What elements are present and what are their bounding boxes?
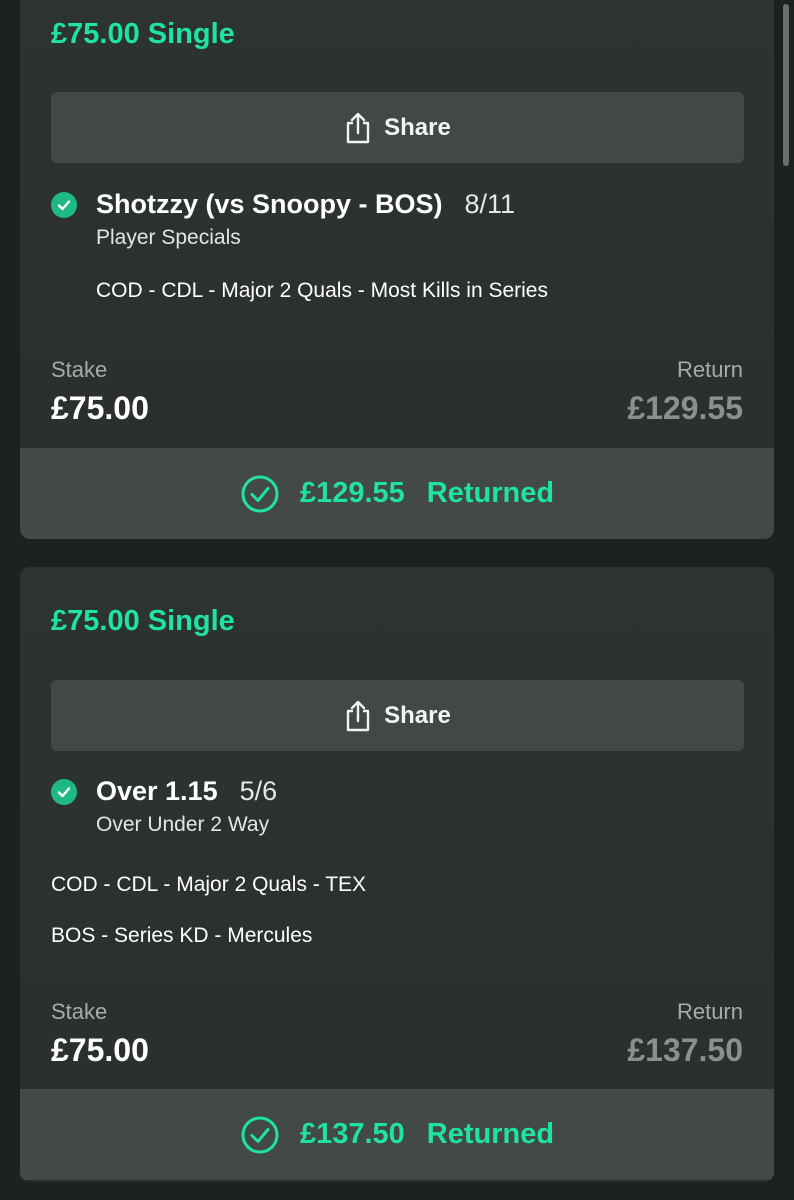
selection: Over 1.15 5/6 — [96, 776, 277, 807]
returned-label: Returned — [426, 477, 555, 509]
bet-title: £75.00 Single — [51, 18, 235, 50]
return-value: £129.55 — [627, 390, 743, 426]
selection-name: Shotzzy (vs Snoopy - BOS) — [96, 189, 443, 219]
returned-label: Returned — [426, 1118, 555, 1150]
selection-odds: 5/6 — [239, 776, 278, 806]
selection: Shotzzy (vs Snoopy - BOS) 8/11 — [96, 189, 515, 220]
event-name: BOS - Series KD - Mercules — [51, 924, 313, 947]
return-label: Return — [676, 357, 743, 382]
returned-banner: £137.50 Returned — [20, 1089, 774, 1180]
event-name: COD - CDL - Major 2 Quals - TEX — [51, 873, 367, 896]
stake-value: £75.00 — [51, 390, 149, 426]
selection-odds: 8/11 — [464, 189, 516, 219]
share-icon — [346, 112, 370, 143]
bet-card: £75.00 Single Share Shotzzy (vs Snoopy -… — [20, 0, 774, 539]
share-label: Share — [384, 701, 451, 729]
market-name: Over Under 2 Way — [96, 813, 270, 836]
bet-card: £75.00 Single Share Over 1.15 5/6 Over U… — [20, 567, 774, 1182]
market-name: Player Specials — [96, 226, 241, 249]
bet-title: £75.00 Single — [51, 605, 235, 637]
share-icon — [346, 700, 370, 731]
share-label: Share — [384, 113, 451, 141]
share-button[interactable]: Share — [51, 680, 744, 751]
stake-value: £75.00 — [51, 1032, 149, 1068]
event-name: COD - CDL - Major 2 Quals - Most Kills i… — [96, 279, 548, 302]
stake-label: Stake — [51, 999, 108, 1024]
returned-amount: £129.55 — [299, 477, 405, 509]
stake-label: Stake — [51, 357, 108, 382]
check-circle-outline-icon — [241, 1116, 279, 1153]
share-button[interactable]: Share — [51, 92, 744, 163]
selection-name: Over 1.15 — [96, 776, 218, 806]
scrollbar[interactable] — [783, 4, 789, 166]
check-circle-icon — [51, 779, 77, 805]
return-value: £137.50 — [627, 1032, 743, 1068]
returned-amount: £137.50 — [299, 1118, 405, 1150]
check-circle-outline-icon — [241, 475, 279, 512]
returned-banner: £129.55 Returned — [20, 448, 774, 539]
check-circle-icon — [51, 192, 77, 218]
return-label: Return — [676, 999, 743, 1024]
